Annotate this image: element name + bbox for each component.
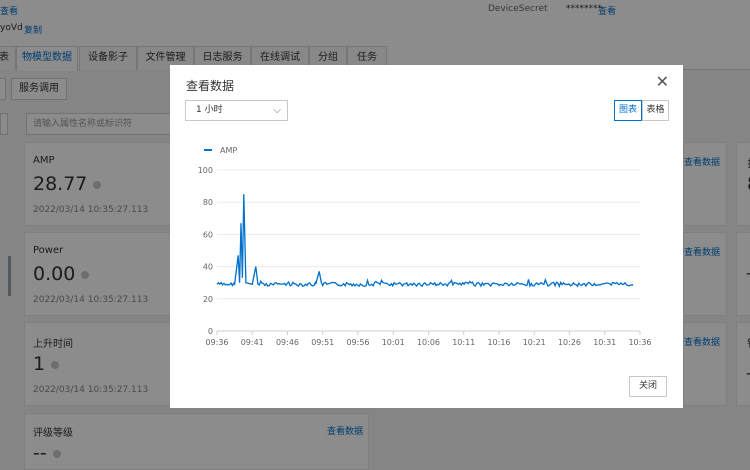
x-tick-label: 09:56	[346, 338, 369, 347]
y-tick-label: 80	[203, 198, 213, 207]
x-tick-label: 10:26	[558, 338, 581, 347]
x-tick-label: 10:06	[417, 338, 440, 347]
x-tick-label: 10:11	[452, 338, 475, 347]
view-data-dialog: 查看数据 ✕ 1 小时 ⌵ 图表 表格 AMP 0 20 40 60 80 100 09:36…	[170, 65, 683, 408]
y-tick-label: 60	[203, 230, 213, 239]
x-tick-label: 10:16	[487, 338, 510, 347]
table-view-button[interactable]: 表格	[642, 100, 669, 121]
time-range-value: 1 小时	[196, 105, 223, 115]
x-tick-label: 09:51	[311, 338, 334, 347]
dialog-title: 查看数据	[186, 79, 235, 93]
y-tick-label: 20	[203, 295, 213, 304]
x-tick-label: 10:31	[593, 338, 616, 347]
x-tick-label: 09:36	[205, 338, 228, 347]
x-tick-label: 10:01	[382, 338, 405, 347]
close-icon[interactable]: ✕	[656, 74, 669, 90]
x-tick-label: 09:46	[276, 338, 299, 347]
amp-line-chart: AMP 0 20 40 60 80 100 09:36 09:41 09:46 09:51 09:56…	[198, 146, 652, 347]
x-tick-label: 10:36	[628, 338, 651, 347]
amp-series-line	[216, 194, 634, 289]
close-button[interactable]: 关闭	[629, 376, 667, 397]
legend-label: AMP	[220, 146, 237, 155]
x-tick-label: 10:21	[523, 338, 546, 347]
y-tick-label: 100	[198, 166, 213, 175]
y-tick-label: 0	[208, 327, 213, 336]
chart-view-button[interactable]: 图表	[614, 100, 642, 121]
chevron-down-icon: ⌵	[273, 105, 281, 116]
y-tick-label: 40	[203, 263, 213, 272]
x-tick-label: 09:41	[241, 338, 264, 347]
time-range-select[interactable]: 1 小时 ⌵	[185, 100, 288, 121]
